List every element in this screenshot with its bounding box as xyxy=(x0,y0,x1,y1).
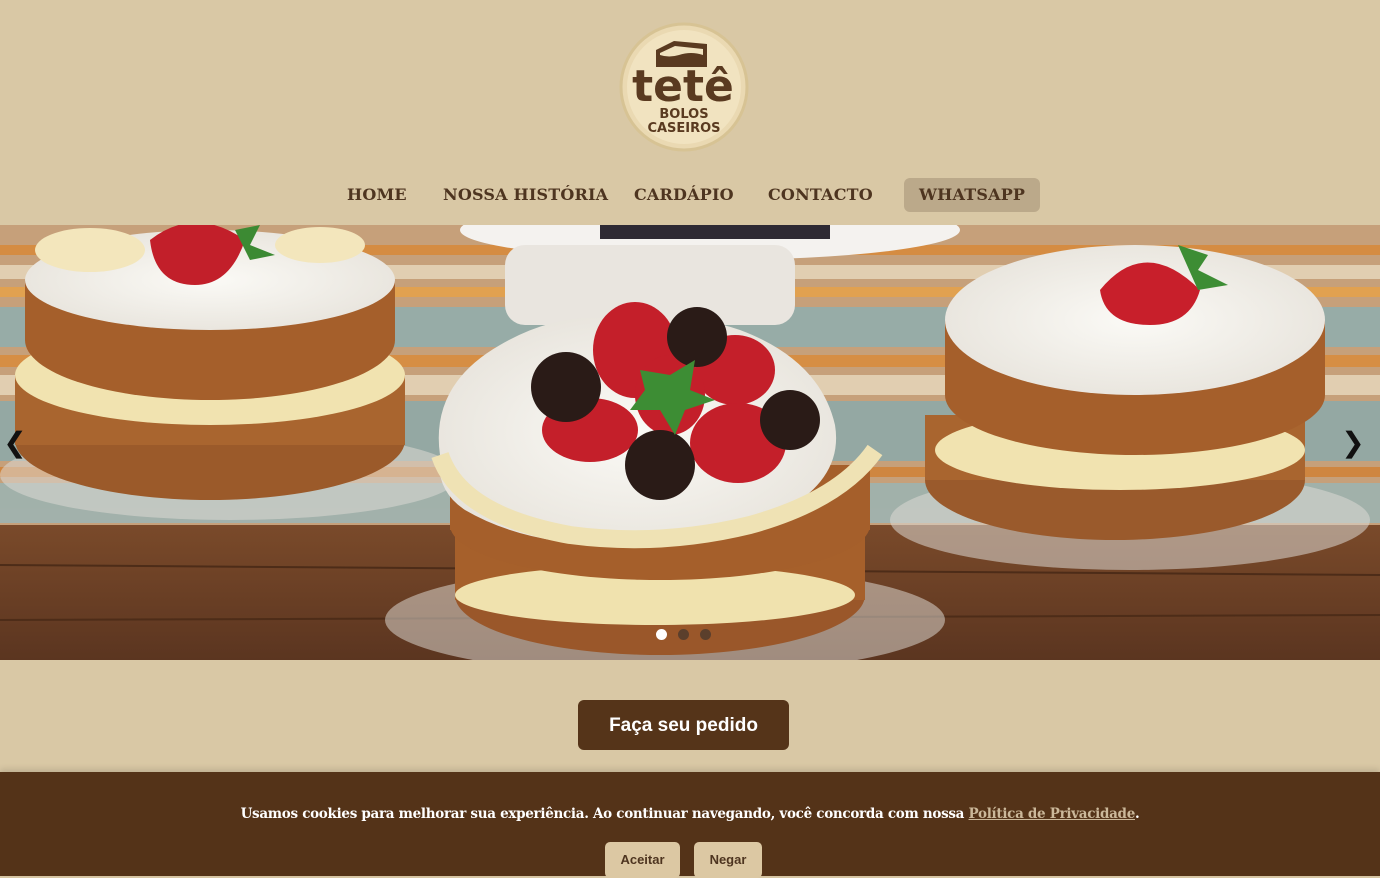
logo-badge-icon: tetê BOLOS CASEIROS xyxy=(619,22,749,152)
cookie-message: Usamos cookies para melhorar sua experiê… xyxy=(240,806,965,822)
logo-line-1: BOLOS xyxy=(659,107,708,122)
carousel-next-icon[interactable]: ❯ xyxy=(1338,425,1368,461)
nav-history[interactable]: NOSSA HISTÓRIA xyxy=(443,178,608,212)
brand-logo[interactable]: tetê BOLOS CASEIROS xyxy=(619,22,749,152)
cookie-banner: Usamos cookies para melhorar sua experiê… xyxy=(0,772,1380,878)
nav-contact[interactable]: CONTACTO xyxy=(768,178,873,212)
logo-wordmark: tetê xyxy=(632,61,734,112)
privacy-policy-link[interactable]: Política de Privacidade xyxy=(969,806,1136,822)
order-button[interactable]: Faça seu pedido xyxy=(578,700,789,750)
cookie-message-row: Usamos cookies para melhorar sua experiê… xyxy=(0,806,1380,822)
deny-cookies-button[interactable]: Negar xyxy=(694,842,762,878)
accept-cookies-button[interactable]: Aceitar xyxy=(605,842,680,878)
carousel-dot-3[interactable] xyxy=(700,629,711,640)
logo-line-2: CASEIROS xyxy=(647,121,720,136)
hero-carousel: ❮ ❯ xyxy=(0,225,1380,660)
nav-whatsapp-button[interactable]: WHATSAPP xyxy=(904,178,1041,212)
nav-menu[interactable]: CARDÁPIO xyxy=(634,178,734,212)
carousel-dot-2[interactable] xyxy=(678,629,689,640)
carousel-indicators xyxy=(656,629,711,641)
main-nav: HOME NOSSA HISTÓRIA CARDÁPIO CONTACTO WH… xyxy=(0,178,1380,214)
carousel-prev-icon[interactable]: ❮ xyxy=(0,425,30,461)
carousel-dot-1[interactable] xyxy=(656,629,667,640)
cookie-message-period: . xyxy=(1135,806,1140,822)
right-cake xyxy=(890,245,1370,570)
nav-home[interactable]: HOME xyxy=(347,178,407,212)
cakes-photo xyxy=(0,225,1380,660)
